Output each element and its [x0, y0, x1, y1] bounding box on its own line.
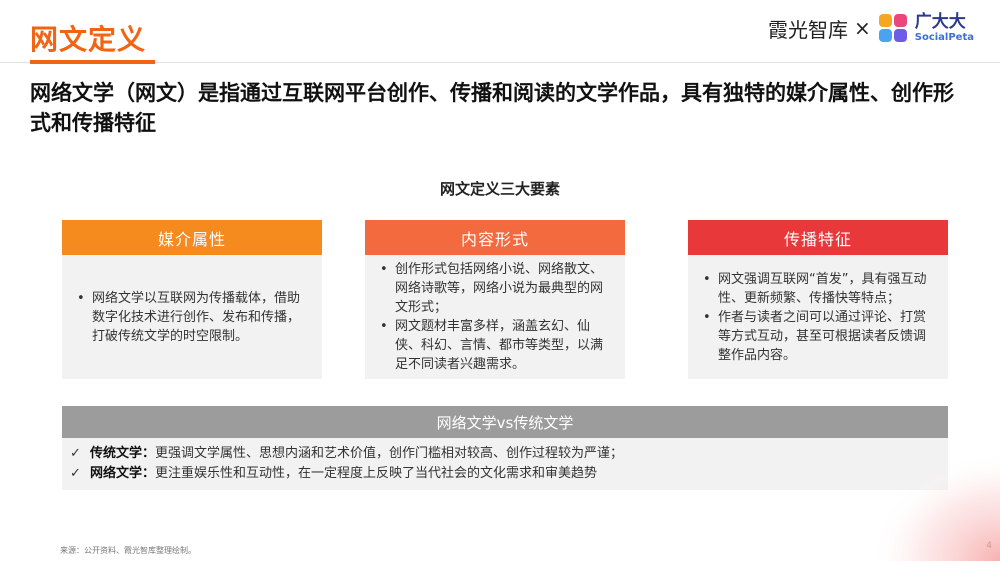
card-media: 媒介属性 网络文学以互联网为传播载体，借助数字化技术进行创作、发布和传播，打破传… — [62, 220, 322, 379]
comparison-label: 网络文学： — [90, 466, 156, 481]
comparison-text: 更注重娱乐性和互动性，在一定程度上反映了当代社会的文化需求和审美趋势 — [155, 466, 598, 481]
comparison-row: ✓ 网络文学：更注重娱乐性和互动性，在一定程度上反映了当代社会的文化需求和审美趋… — [70, 464, 938, 484]
comparison-header: 网络文学vs传统文学 — [62, 406, 948, 438]
socialpeta-logo-icon — [877, 12, 909, 44]
brand-name: 霞光智库 — [767, 17, 848, 42]
brand-block: 霞光智库 × 广大大 SocialPeta — [768, 12, 974, 44]
card-bullet: 作者与读者之间可以通过评论、打赏等方式互动，甚至可根据读者反馈调整作品内容。 — [700, 308, 936, 365]
title-block: 网文定义 — [30, 18, 146, 58]
card-bullet: 网络文学以互联网为传播载体，借助数字化技术进行创作、发布和传播，打破传统文学的时… — [74, 289, 310, 346]
card-bullet: 创作形式包括网络小说、网络散文、网络诗歌等，网络小说为最典型的网文形式； — [377, 260, 613, 317]
card-header: 内容形式 — [365, 220, 625, 255]
card-bullet: 网文强调互联网“首发”，具有强互动性、更新频繁、传播快等特点； — [700, 270, 936, 308]
comparison-text: 更强调文学属性、思想内涵和艺术价值，创作门槛相对较高、创作过程较为严谨； — [155, 446, 624, 461]
card-header: 媒介属性 — [62, 220, 322, 255]
comparison-row: ✓ 传统文学：更强调文学属性、思想内涵和艺术价值，创作门槛相对较高、创作过程较为… — [70, 444, 938, 464]
section-title: 网文定义三大要素 — [439, 180, 560, 198]
comparison-body: ✓ 传统文学：更强调文学属性、思想内涵和艺术价值，创作门槛相对较高、创作过程较为… — [62, 438, 948, 490]
card-body: 创作形式包括网络小说、网络散文、网络诗歌等，网络小说为最典型的网文形式； 网文题… — [365, 255, 625, 379]
headline: 网络文学（网文）是指通过互联网平台创作、传播和阅读的文学作品，具有独特的媒介属性… — [30, 81, 954, 135]
source-note: 来源：公开资料、霞光智库整理绘制。 — [60, 546, 196, 555]
brand-separator: × — [853, 16, 871, 40]
card-body: 网文强调互联网“首发”，具有强互动性、更新频繁、传播快等特点； 作者与读者之间可… — [688, 255, 948, 379]
card-bullet: 网文题材丰富多样，涵盖玄幻、仙侠、科幻、言情、都市等类型，以满足不同读者兴趣需求… — [377, 317, 613, 374]
comparison-box: 网络文学vs传统文学 ✓ 传统文学：更强调文学属性、思想内涵和艺术价值，创作门槛… — [62, 406, 948, 490]
card-header: 传播特征 — [688, 220, 948, 255]
check-icon: ✓ — [70, 466, 81, 481]
comparison-label: 传统文学： — [90, 446, 156, 461]
check-icon: ✓ — [70, 446, 81, 461]
partner-name-cn: 广大大 — [914, 11, 966, 32]
card-content: 内容形式 创作形式包括网络小说、网络散文、网络诗歌等，网络小说为最典型的网文形式… — [365, 220, 625, 379]
corner-decoration — [870, 451, 1000, 561]
card-spread: 传播特征 网文强调互联网“首发”，具有强互动性、更新频繁、传播快等特点； 作者与… — [688, 220, 948, 379]
card-body: 网络文学以互联网为传播载体，借助数字化技术进行创作、发布和传播，打破传统文学的时… — [62, 255, 322, 379]
page-title: 网文定义 — [30, 23, 147, 56]
partner-name: 广大大 SocialPeta — [914, 11, 974, 43]
title-underline — [30, 60, 155, 64]
partner-name-en: SocialPeta — [914, 31, 974, 43]
